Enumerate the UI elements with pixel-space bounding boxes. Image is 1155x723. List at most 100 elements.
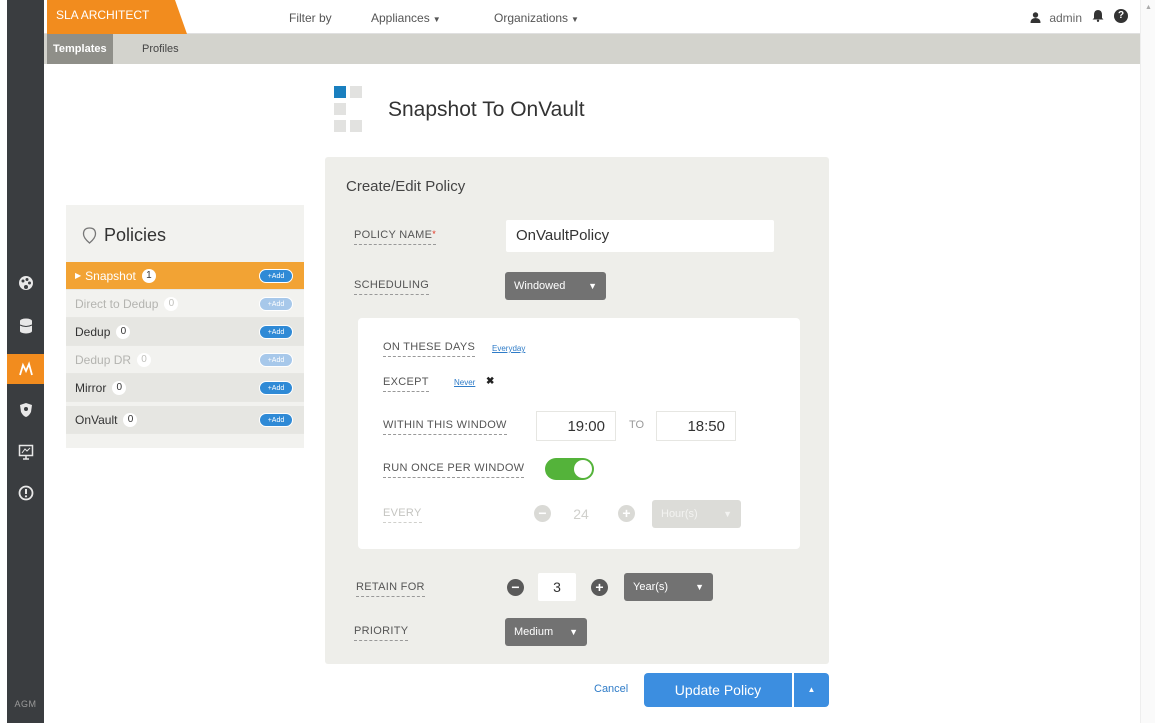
toggle-knob [574,460,592,478]
top-bar: SLA ARCHITECT Filter by Appliances ▼ Orga… [44,0,1140,34]
add-button[interactable]: +Add [259,381,293,395]
footer-label: AGM [14,699,37,709]
policies-title: Policies [104,225,167,245]
policy-label: Dedup DR [75,352,132,367]
scheduling-dropdown[interactable]: Windowed ▼ [505,272,606,300]
organizations-label: Organizations [494,11,569,25]
priority-label: PRIORITY [354,625,409,641]
form-title: Create/Edit Policy [346,178,466,195]
filter-by-label: Filter by [289,11,332,25]
policy-name-input[interactable]: OnVaultPolicy [506,220,774,252]
on-these-days-label: ON THESE DAYS [383,341,476,357]
brand-tab[interactable]: SLA ARCHITECT [47,0,187,34]
update-policy-button[interactable]: Update Policy [644,673,792,707]
sub-nav: Templates Profiles [44,34,1140,64]
retain-unit-value: Year(s) [633,581,669,593]
add-button: +Add [259,297,293,311]
policies-header: Policies [82,225,166,246]
on-these-days-link[interactable]: Everyday [492,344,525,353]
close-icon[interactable]: ✖ [486,376,494,387]
plus-icon[interactable]: + [591,579,608,596]
policy-row-dedup[interactable]: Dedup 0 +Add [66,318,304,346]
template-title: Snapshot To OnVault [388,98,585,121]
organizations-dropdown[interactable]: Organizations ▼ [494,11,579,25]
cancel-button[interactable]: Cancel [594,683,628,695]
window-to-label: TO [629,419,645,431]
caret-down-icon: ▼ [432,15,441,24]
window-end-input[interactable]: 18:50 [656,411,736,441]
appliances-dropdown[interactable]: Appliances ▼ [371,11,441,25]
policy-name-label: POLICY NAME* [354,229,437,245]
retain-unit-dropdown[interactable]: Year(s) ▼ [624,573,713,601]
policy-count: 0 [112,380,127,395]
user-name: admin [1049,11,1082,25]
tab-profiles[interactable]: Profiles [136,34,185,64]
retain-value[interactable]: 3 [538,573,576,601]
page: AGM SLA ARCHITECT Filter by Appliances ▼ … [0,0,1155,723]
policies-panel: Policies ▶ Snapshot 1 +Add Direct to Dedup… [66,205,304,448]
required-marker: * [432,229,437,239]
add-button[interactable]: +Add [259,413,293,427]
caret-down-icon: ▼ [723,509,732,519]
run-once-label: RUN ONCE PER WINDOW [383,462,525,478]
caret-down-icon: ▼ [588,281,597,291]
vertical-scrollbar[interactable]: ▲ [1140,0,1155,723]
every-unit-dropdown: Hour(s) ▼ [652,500,741,528]
policy-count: 1 [141,268,156,283]
location-pin-icon [82,227,97,244]
policy-row-direct-to-dedup: Direct to Dedup 0 +Add [66,290,304,318]
minus-icon[interactable]: − [507,579,524,596]
scheduling-label: SCHEDULING [354,279,430,295]
every-unit-value: Hour(s) [661,508,698,520]
triangle-right-icon: ▶ [75,271,82,280]
policy-name-label-text: POLICY NAME [354,229,433,241]
policy-label: Direct to Dedup [75,296,159,311]
priority-dropdown[interactable]: Medium ▼ [505,618,587,646]
window-label: WITHIN THIS WINDOW [383,419,507,435]
palette-icon[interactable] [7,268,44,298]
priority-value: Medium [514,626,554,638]
add-button[interactable]: +Add [259,269,293,283]
policy-row-snapshot[interactable]: ▶ Snapshot 1 +Add [66,262,304,290]
monitor-icon[interactable] [7,437,44,467]
info-icon[interactable] [7,478,44,508]
help-icon[interactable]: ? [1114,9,1128,23]
caret-down-icon: ▼ [569,627,578,637]
minus-icon: − [534,505,551,522]
bell-icon[interactable] [1092,9,1104,25]
caret-down-icon: ▼ [571,15,579,24]
policy-label: Mirror [75,380,107,395]
policy-count: 0 [123,412,138,427]
scroll-up-icon[interactable]: ▲ [1145,4,1152,11]
caret-up-icon[interactable]: ▲ [794,673,829,707]
policy-label: Dedup [75,324,111,339]
policy-row-mirror[interactable]: Mirror 0 +Add [66,374,304,402]
policy-row-onvault[interactable]: OnVault 0 +Add [66,406,304,434]
database-icon[interactable] [7,311,44,341]
left-rail: AGM [7,0,44,723]
sla-architect-icon[interactable] [7,354,44,384]
appliances-label: Appliances [371,11,430,25]
every-label: EVERY [383,507,422,523]
policy-row-dedup-dr: Dedup DR 0 +Add [66,346,304,374]
scheduling-value: Windowed [514,280,566,292]
schedule-window-panel: ON THESE DAYS Everyday EXCEPT Never ✖ WI… [358,318,800,549]
retain-for-label: RETAIN FOR [356,581,425,597]
template-icon [332,86,366,134]
window-start-input[interactable]: 19:00 [536,411,616,441]
policy-label: OnVault [75,412,118,427]
plus-icon: + [618,505,635,522]
add-button[interactable]: +Add [259,325,293,339]
user-menu[interactable]: admin [1030,11,1082,25]
policy-count: 0 [137,352,152,367]
policy-count: 0 [164,296,179,311]
caret-down-icon: ▼ [695,582,704,592]
add-button: +Add [259,353,293,367]
run-once-toggle[interactable] [545,458,594,480]
except-label: EXCEPT [383,376,429,392]
tab-templates[interactable]: Templates [47,34,113,64]
policy-label: Snapshot [85,268,136,283]
policy-count: 0 [116,324,131,339]
except-link[interactable]: Never [454,378,475,387]
shield-icon[interactable] [7,395,44,425]
